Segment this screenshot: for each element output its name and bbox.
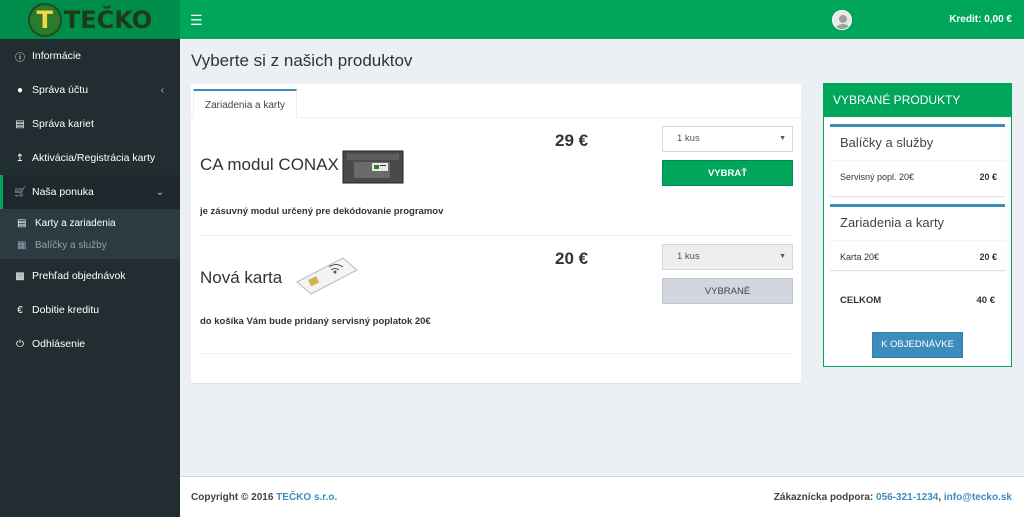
product-row: CA modul CONAX 29 € 1 kus ▼ VYBRAŤ je zá… — [200, 118, 793, 236]
power-icon: ⏻ — [16, 338, 24, 350]
quantity-select-value: 1 kus — [677, 133, 700, 144]
chevron-left-icon: ‹ — [160, 84, 164, 96]
sidebar-item-informacie[interactable]: ⓘ Informácie — [0, 39, 180, 73]
avatar[interactable] — [832, 10, 852, 30]
film-icon: ▦ — [17, 239, 27, 251]
order-button[interactable]: K OBJEDNÁVKE — [872, 332, 963, 358]
sidebar-item-label: Prehľad objednávok — [32, 270, 126, 282]
sidebar-item-aktivacia[interactable]: ↥ Aktivácia/Registrácia karty — [0, 141, 180, 175]
sidebar-item-prehlad[interactable]: ▩ Prehľad objednávok — [0, 259, 180, 293]
copyright: Copyright © 2016 TEČKO s.r.o. — [191, 492, 337, 503]
selected-section-title: Zariadenia a karty — [830, 207, 1005, 241]
selected-item-name: Karta 20€ — [840, 251, 880, 262]
selected-item-price: 20 € — [979, 171, 997, 182]
product-row: Nová karta 20 € 1 kus ▼ VYBRANÉ do košík… — [200, 236, 793, 354]
selected-products-panel: VYBRANÉ PRODUKTY Balíčky a služby Servis… — [823, 83, 1012, 367]
sidebar-item-sprava-kariet[interactable]: ▤ Správa kariet — [0, 107, 180, 141]
ca-module-image — [342, 148, 404, 186]
total-label: CELKOM — [840, 295, 882, 306]
total-row: CELKOM 40 € — [840, 295, 995, 306]
email-link[interactable]: info@tecko.sk — [944, 492, 1012, 503]
support-contact: Zákaznícka podpora: 056-321-1234, info@t… — [774, 492, 1012, 503]
quantity-select[interactable]: 1 kus ▼ — [662, 126, 793, 152]
upload-icon: ↥ — [15, 152, 25, 164]
sidebar-item-label: Odhlásenie — [32, 338, 86, 350]
phone-link[interactable]: 056-321-1234 — [876, 492, 938, 503]
total-value: 40 € — [976, 295, 996, 306]
page-title: Vyberte si z našich produktov — [191, 51, 413, 70]
logo-emblem: T — [27, 2, 62, 37]
company-link[interactable]: TEČKO s.r.o. — [276, 492, 337, 503]
logo[interactable]: T TEČKO — [0, 0, 180, 39]
sidebar-item-odhlasenie[interactable]: ⏻ Odhlásenie — [0, 327, 180, 361]
sidebar-subitem-karty[interactable]: ▤ Karty a zariadenia — [0, 212, 180, 234]
smart-card-image — [291, 254, 361, 296]
caret-down-icon: ▼ — [779, 253, 786, 260]
quantity-select-value: 1 kus — [677, 251, 700, 262]
footer: Copyright © 2016 TEČKO s.r.o. Zákaznícka… — [180, 476, 1024, 517]
selected-products-title: VYBRANÉ PRODUKTY — [824, 84, 1011, 117]
bar-chart-icon: ▩ — [15, 270, 25, 282]
sidebar-item-nasa-ponuka[interactable]: 🛒 Naša ponuka ⌄ — [0, 175, 180, 209]
credit-balance: Kredit: 0,00 € — [949, 14, 1012, 25]
sidebar-item-dobitie[interactable]: € Dobitie kreditu — [0, 293, 180, 327]
sidebar-item-label: Naša ponuka — [32, 186, 94, 198]
selected-section: Zariadenia a karty Karta 20€ 20 € — [830, 204, 1005, 270]
sidebar-subitem-label: Karty a zariadenia — [35, 217, 116, 229]
user-icon: ● — [16, 84, 24, 96]
hamburger-icon[interactable]: ☰ — [190, 12, 203, 29]
product-description: do košíka Vám bude pridaný servisný popl… — [200, 316, 431, 327]
sidebar-item-label: Informácie — [32, 50, 82, 62]
sidebar-subitem-balicky[interactable]: ▦ Balíčky a služby — [0, 234, 180, 256]
credit-card-icon: ▤ — [15, 118, 25, 130]
quantity-select[interactable]: 1 kus ▼ — [662, 244, 793, 270]
selected-button[interactable]: VYBRANÉ — [662, 278, 793, 304]
sidebar: ⓘ Informácie ● Správa účtu ‹ ▤ Správa ka… — [0, 39, 180, 517]
contact-separator: , — [938, 492, 942, 503]
selected-section-title: Balíčky a služby — [830, 127, 1005, 161]
tab-bar: Zariadenia a karty — [191, 84, 801, 118]
product-name: Nová karta — [200, 268, 283, 287]
caret-down-icon: ▼ — [779, 135, 786, 142]
selected-section: Balíčky a služby Servisný popl. 20€ 20 € — [830, 124, 1005, 196]
sidebar-item-label: Dobitie kreditu — [32, 304, 100, 316]
product-price: 20 € — [555, 249, 589, 268]
logo-text: TEČKO — [63, 5, 153, 34]
selected-line: Servisný popl. 20€ 20 € — [830, 161, 1005, 192]
selected-item-name: Servisný popl. 20€ — [840, 171, 915, 182]
euro-icon: € — [17, 304, 23, 316]
select-button[interactable]: VYBRAŤ — [662, 160, 793, 186]
info-icon: ⓘ — [15, 52, 25, 64]
sidebar-item-label: Správa kariet — [32, 118, 94, 130]
cart-icon: 🛒 — [14, 186, 27, 198]
chevron-down-icon: ⌄ — [155, 186, 164, 198]
credit-card-icon: ▤ — [17, 217, 27, 229]
product-price: 29 € — [555, 131, 589, 150]
tab-zariadenia-a-karty[interactable]: Zariadenia a karty — [193, 89, 298, 118]
sidebar-item-sprava-uctu[interactable]: ● Správa účtu ‹ — [0, 73, 180, 107]
top-navbar: T TEČKO ☰ Kredit: 0,00 € — [0, 0, 1024, 39]
copyright-text: Copyright © 2016 — [191, 492, 274, 503]
selected-line: Karta 20€ 20 € — [830, 241, 1005, 272]
product-description: je zásuvný modul určený pre dekódovanie … — [200, 206, 444, 217]
sidebar-item-label: Správa účtu — [32, 84, 89, 96]
products-panel: Zariadenia a karty CA modul CONAX 29 € 1… — [191, 84, 801, 384]
sidebar-item-label: Aktivácia/Registrácia karty — [32, 152, 156, 164]
selected-item-price: 20 € — [979, 251, 997, 262]
product-name: CA modul CONAX — [200, 155, 339, 174]
sidebar-submenu: ▤ Karty a zariadenia ▦ Balíčky a služby — [0, 209, 180, 259]
support-label: Zákaznícka podpora: — [773, 492, 874, 503]
sidebar-subitem-label: Balíčky a služby — [35, 239, 107, 251]
